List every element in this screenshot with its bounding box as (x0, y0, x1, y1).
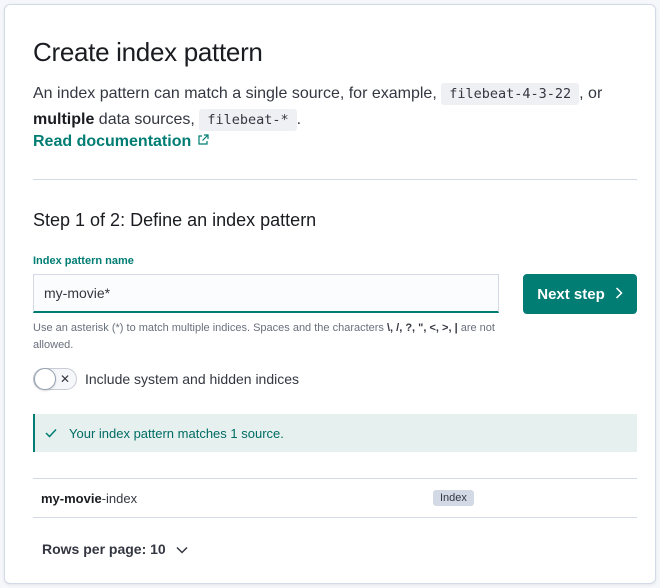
index-pattern-help-text: Use an asterisk (*) to match multiple in… (33, 320, 513, 354)
next-step-button[interactable]: Next step (523, 274, 637, 314)
include-hidden-toggle-row: ✕ Include system and hidden indices (33, 368, 299, 390)
intro-text: An index pattern can match a single sour… (33, 81, 633, 133)
example-code-multiple: filebeat-* (199, 109, 297, 131)
help-text-1: Use an asterisk (*) to match multiple in… (33, 322, 384, 334)
intro-text-2: , or (579, 85, 603, 102)
create-index-pattern-panel: Create index pattern An index pattern ca… (4, 4, 656, 584)
intro-text-1: An index pattern can match a single sour… (33, 85, 437, 102)
index-pattern-name-label: Index pattern name (33, 255, 134, 267)
close-icon: ✕ (59, 372, 70, 386)
index-pattern-input-wrapper (33, 274, 499, 313)
page-title: Create index pattern (33, 37, 263, 67)
chevron-right-icon (615, 286, 623, 303)
source-name-cell: my-movie-index (33, 491, 433, 506)
toggle-knob (34, 368, 56, 390)
intro-bold: multiple (33, 111, 95, 128)
source-name-match: my-movie (41, 490, 102, 506)
source-type-badge: Index (433, 490, 474, 506)
example-code-single: filebeat-4-3-22 (441, 83, 580, 105)
rows-per-page-label: Rows per page: 10 (42, 541, 166, 557)
section-divider (33, 179, 637, 180)
next-step-label: Next step (537, 285, 605, 303)
step-title: Step 1 of 2: Define an index pattern (33, 210, 317, 230)
match-success-callout: Your index pattern matches 1 source. (33, 414, 637, 452)
read-documentation-link[interactable]: Read documentation (33, 133, 209, 151)
read-documentation-label: Read documentation (33, 133, 192, 150)
include-hidden-toggle[interactable]: ✕ (33, 368, 77, 390)
source-name-rest: -index (101, 490, 138, 506)
help-forbidden-chars: \, /, ?, ", <, >, | (387, 322, 458, 334)
intro-text-4: . (296, 111, 302, 128)
external-link-icon (197, 133, 209, 151)
callout-text: Your index pattern matches 1 source. (69, 425, 284, 441)
rows-per-page-button[interactable]: Rows per page: 10 (42, 541, 188, 557)
intro-text-3: data sources, (98, 111, 195, 128)
table-row: my-movie-index Index (33, 479, 637, 518)
check-icon (45, 426, 57, 441)
matching-sources-table: my-movie-index Index (33, 478, 637, 518)
index-pattern-name-input[interactable] (34, 275, 498, 311)
include-hidden-label: Include system and hidden indices (85, 371, 300, 387)
chevron-down-icon (176, 541, 188, 557)
